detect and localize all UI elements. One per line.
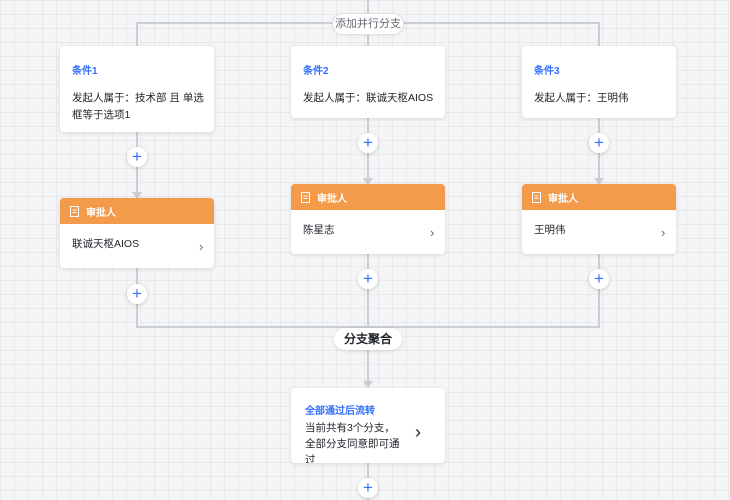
approver-name: 联诚天枢AIOS xyxy=(72,238,140,250)
plus-icon: + xyxy=(132,147,142,166)
plus-icon: + xyxy=(363,478,373,497)
condition-card-3[interactable]: 条件3 发起人属于：王明伟 xyxy=(522,46,676,118)
add-node-button[interactable]: + xyxy=(358,269,378,289)
condition-card-1[interactable]: 条件1 发起人属于：技术部 且 单选框等于选项1 xyxy=(60,46,214,132)
final-node-card[interactable]: 全部通过后流转 当前共有3个分支，全部分支同意即可通过 › xyxy=(291,388,445,463)
condition-title: 条件3 xyxy=(534,66,560,77)
chevron-right-icon: › xyxy=(199,239,204,254)
add-node-button[interactable]: + xyxy=(358,478,378,498)
approver-header: 审批人 xyxy=(60,198,214,224)
top-connector-line xyxy=(367,0,369,14)
approver-header-label: 审批人 xyxy=(548,193,578,205)
add-parallel-branch-button[interactable]: 添加并行分支 xyxy=(332,13,404,35)
document-icon xyxy=(301,191,310,203)
plus-icon: + xyxy=(132,284,142,303)
branch-merge-node[interactable]: 分支聚合 xyxy=(334,328,402,350)
add-node-button[interactable]: + xyxy=(127,284,147,304)
add-node-button[interactable]: + xyxy=(127,147,147,167)
condition-text: 发起人属于：技术部 且 单选框等于选项1 xyxy=(72,92,204,121)
plus-icon: + xyxy=(594,133,604,152)
final-node-title: 全部通过后流转 xyxy=(305,406,375,417)
approver-name: 王明伟 xyxy=(534,224,566,236)
final-node-text: 当前共有3个分支，全部分支同意即可通过 xyxy=(305,422,400,463)
approver-header: 审批人 xyxy=(291,184,445,210)
approver-header: 审批人 xyxy=(522,184,676,210)
document-icon xyxy=(532,191,541,203)
chevron-right-icon: › xyxy=(661,225,666,240)
approver-card-1[interactable]: 审批人 联诚天枢AIOS › xyxy=(60,198,214,268)
approver-card-3[interactable]: 审批人 王明伟 › xyxy=(522,184,676,254)
condition-title: 条件1 xyxy=(72,66,98,77)
add-node-button[interactable]: + xyxy=(589,269,609,289)
document-icon xyxy=(70,205,79,217)
plus-icon: + xyxy=(363,133,373,152)
condition-text: 发起人属于：联诚天枢AIOS xyxy=(303,92,434,104)
condition-card-2[interactable]: 条件2 发起人属于：联诚天枢AIOS xyxy=(291,46,445,118)
add-node-button[interactable]: + xyxy=(589,133,609,153)
arrow-to-final-node xyxy=(363,381,373,388)
approver-header-label: 审批人 xyxy=(86,207,116,219)
approver-card-2[interactable]: 审批人 陈星志 › xyxy=(291,184,445,254)
condition-text: 发起人属于：王明伟 xyxy=(534,92,629,104)
chevron-right-icon: › xyxy=(415,422,421,442)
condition-title: 条件2 xyxy=(303,66,329,77)
plus-icon: + xyxy=(363,269,373,288)
chevron-right-icon: › xyxy=(430,225,435,240)
add-node-button[interactable]: + xyxy=(358,133,378,153)
plus-icon: + xyxy=(594,269,604,288)
approver-header-label: 审批人 xyxy=(317,193,347,205)
approver-name: 陈星志 xyxy=(303,224,335,236)
